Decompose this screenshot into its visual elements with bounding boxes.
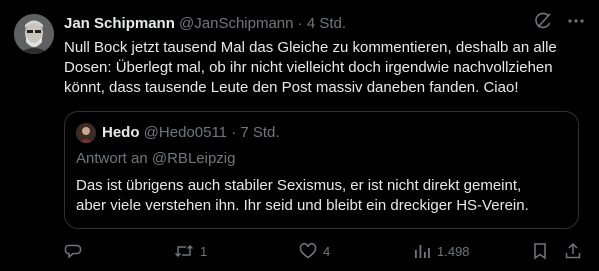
retweet-button[interactable]: 1 xyxy=(174,240,207,262)
tweet-time[interactable]: 4 Std. xyxy=(307,15,346,32)
quote-header: Hedo @Hedo0511 · 7 Std. xyxy=(102,123,280,143)
views-button[interactable]: 1.498 xyxy=(413,240,470,262)
quote-time[interactable]: 7 Std. xyxy=(240,124,279,141)
more-icon[interactable] xyxy=(567,12,585,37)
like-button[interactable]: 4 xyxy=(299,240,330,262)
author-handle[interactable]: @JanSchipmann xyxy=(179,15,293,32)
quote-reply-context: Antwort an @RBLeipzig xyxy=(76,149,235,169)
reply-prefix: Antwort an xyxy=(76,150,152,167)
tweet-header: Jan Schipmann @JanSchipmann · 4 Std. xyxy=(64,11,585,38)
reply-button[interactable] xyxy=(64,240,88,262)
bookmark-button[interactable] xyxy=(531,240,549,262)
bookmark-icon xyxy=(531,242,549,260)
tweet[interactable]: Jan Schipmann @JanSchipmann · 4 Std. Nul… xyxy=(0,0,599,271)
reply-handle[interactable]: @RBLeipzig xyxy=(152,150,236,167)
share-icon xyxy=(564,242,582,260)
action-bar: 1 4 1.498 xyxy=(64,240,585,262)
quote-author-handle[interactable]: @Hedo0511 xyxy=(144,124,227,141)
grok-icon[interactable] xyxy=(533,11,553,38)
retweet-count: 1 xyxy=(200,243,208,259)
quote-author-name[interactable]: Hedo xyxy=(102,124,140,141)
reply-icon xyxy=(64,242,82,260)
share-button[interactable] xyxy=(564,240,582,262)
quote-separator-dot: · xyxy=(231,124,237,141)
quote-text: Das ist übrigens auch stabiler Sexismus,… xyxy=(76,177,529,214)
like-count: 4 xyxy=(323,243,331,259)
views-icon xyxy=(413,242,431,260)
views-count: 1.498 xyxy=(437,243,470,259)
author-name[interactable]: Jan Schipmann xyxy=(64,15,175,32)
author-avatar[interactable] xyxy=(14,14,54,54)
tweet-text: Null Bock jetzt tausend Mal das Gleiche … xyxy=(64,39,557,96)
quote-author-avatar[interactable] xyxy=(76,123,96,143)
retweet-icon xyxy=(174,242,194,260)
quoted-tweet[interactable]: Hedo @Hedo0511 · 7 Std. Antwort an @RBLe… xyxy=(64,111,579,229)
separator-dot: · xyxy=(297,15,303,32)
heart-icon xyxy=(299,242,317,260)
